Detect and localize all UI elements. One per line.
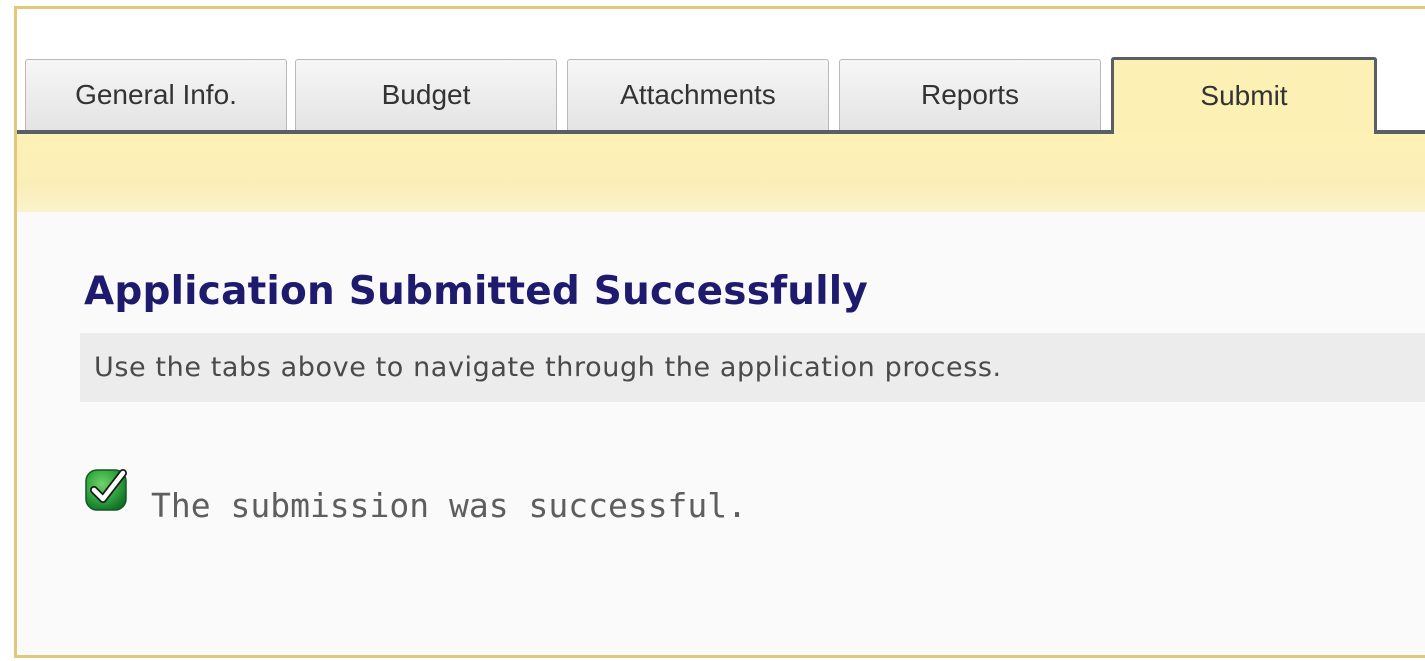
tab-budget[interactable]: Budget — [295, 59, 557, 130]
tab-reports[interactable]: Reports — [839, 59, 1101, 130]
status-message-row: The submission was successful. — [83, 464, 747, 525]
tab-submit[interactable]: Submit — [1111, 57, 1377, 134]
instructions-bar: Use the tabs above to navigate through t… — [80, 333, 1425, 402]
content-panel: Application Submitted Successfully Use t… — [17, 212, 1425, 655]
tab-label: General Info. — [75, 79, 237, 110]
header-band — [17, 134, 1425, 212]
application-window: General Info. Budget Attachments Reports… — [14, 6, 1425, 658]
tab-label: Submit — [1200, 80, 1288, 111]
status-message: The submission was successful. — [151, 486, 748, 525]
tab-attachments[interactable]: Attachments — [567, 59, 829, 130]
tab-label: Attachments — [620, 79, 776, 110]
green-check-icon — [85, 468, 127, 511]
tab-general-info[interactable]: General Info. — [25, 59, 287, 130]
tab-label: Reports — [920, 79, 1020, 110]
tab-strip: General Info. Budget Attachments Reports… — [17, 9, 1425, 134]
instructions-text: Use the tabs above to navigate through t… — [94, 352, 1002, 383]
page-title: Application Submitted Successfully — [84, 269, 869, 314]
tab-label: Budget — [381, 79, 471, 110]
